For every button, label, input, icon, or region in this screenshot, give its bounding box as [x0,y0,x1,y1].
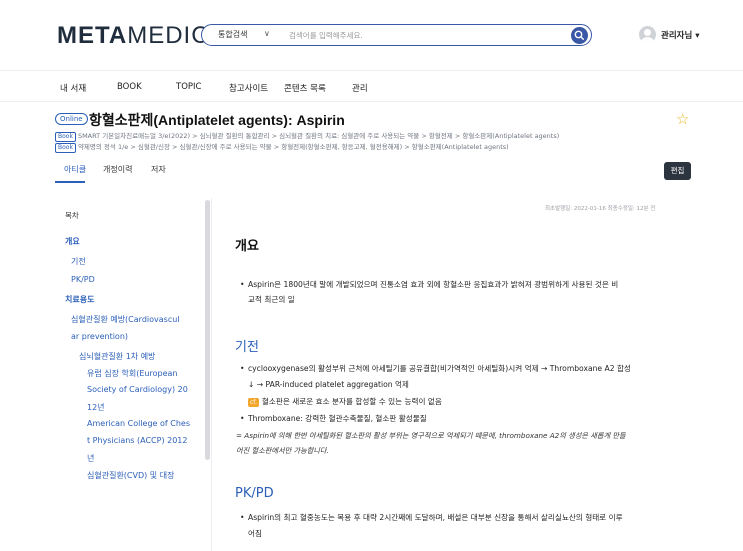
thromboxane-paragraph: • Thromboxane: 강력한 혈관수축물질, 혈소판 활성물질 [240,411,700,426]
toc-item[interactable]: PK/PD [71,275,95,284]
section-heading-pkpd: PK/PD [235,486,274,501]
bullet: • [240,280,245,289]
mechanism-note: cf. 혈소판은 새로운 효소 분자를 합성할 수 있는 능력이 없음 [248,394,442,409]
nav-item-reference-sites[interactable]: 참고사이트 [229,82,268,94]
mechanism-line: cyclooxygenase의 활성부위 근처에 아세틸기를 공유결합(비가역적… [248,364,631,373]
toc-item[interactable]: 치료용도 [65,294,94,305]
thromboxane-line: Thromboxane: 강력한 혈관수축물질, 혈소판 활성물질 [248,414,427,423]
logo[interactable]: METAMEDIC [57,22,210,50]
toc-item[interactable]: American College of Ches [87,419,190,428]
nav-item-topic[interactable]: TOPIC [176,82,201,92]
top-header: METAMEDIC 통합검색 ∨ 관리자님 ▾ [0,0,743,70]
section-heading-overview: 개요 [235,239,259,254]
bullet: • [240,364,245,373]
star-icon[interactable]: ☆ [676,110,689,128]
italic-note: = Aspirin에 의해 한번 아세틸화된 혈소판의 활성 부위는 영구적으로… [236,431,626,440]
table-of-contents: 목차 개요 기전 PK/PD 치료용도 심혈관질환 예방(Cardiovascu… [55,198,212,551]
edit-button[interactable]: 편집 [664,162,691,180]
toc-item[interactable]: 개요 [65,236,80,247]
nav-item-book[interactable]: BOOK [117,82,142,92]
breadcrumb: Book SMART 기본일차진료매뉴얼 3/e(2022) > 심뇌혈관 질환의… [55,130,559,142]
online-badge: Online [55,113,88,125]
section-heading-mechanism: 기전 [235,340,259,355]
main-nav: 내 서재 BOOK TOPIC 참고사이트 콘텐츠 목록 관리 [0,70,743,102]
toc-title: 목차 [65,211,79,220]
tab-revision-history[interactable]: 개정이력 [103,164,132,175]
overview-line: Aspirin은 1800년대 말에 개발되었으며 진통소염 효과 외에 항혈소… [248,280,619,289]
pkpd-line: Aspirin의 최고 혈중농도는 복용 후 대략 2시간째에 도달하며, 배설… [248,513,623,522]
toc-item[interactable]: Society of Cardiology) 20 [87,385,188,394]
mechanism-note-text: 혈소판은 새로운 효소 분자를 합성할 수 있는 능력이 없음 [261,397,442,406]
nav-item-library[interactable]: 내 서재 [60,82,86,94]
pkpd-line: 어짐 [248,529,262,538]
bullet: • [240,414,245,423]
pkpd-paragraph: • Aspirin의 최고 혈중농도는 복용 후 대략 2시간째에 도달하며, … [240,510,710,540]
toc-item[interactable]: 년 [87,453,94,464]
user-name: 관리자님 ▾ [661,31,700,41]
bullet: • [240,513,245,522]
toc-item[interactable]: 기전 [71,256,86,267]
nav-item-content-list[interactable]: 콘텐츠 목록 [284,82,326,94]
toc-item[interactable]: 심뇌혈관질환 1차 예방 [79,351,155,362]
toc-item[interactable]: t Physicians (ACCP) 2012 [87,436,187,445]
breadcrumb-text[interactable]: SMART 기본일차진료매뉴얼 3/e(2022) > 심뇌혈관 질환의 통합관… [78,132,559,140]
mechanism-paragraph: • cyclooxygenase의 활성부위 근처에 아세틸기를 공유결합(비가… [240,361,710,391]
nav-item-admin[interactable]: 관리 [352,82,368,94]
toc-item[interactable]: ar prevention) [71,332,128,341]
overview-paragraph: • Aspirin은 1800년대 말에 개발되었으며 진통소염 효과 외에 항… [240,277,700,307]
toc-item[interactable]: 심혈관질환(CVD) 및 대장 [87,470,174,481]
toc-item[interactable]: 유럽 심장 학회(European [87,368,177,379]
search-bar: 통합검색 ∨ [201,24,592,46]
overview-line: 교적 최근의 일 [248,295,295,304]
avatar [639,26,656,43]
logo-bold-text: META [57,22,128,49]
breadcrumb: Book 약제명의 정석 1/e > 심혈관/신장 > 심혈관/신장에 주로 사용… [55,141,509,153]
active-tab-indicator [55,181,85,183]
mechanism-line: ↓ → PAR-induced platelet aggregation 억제 [248,380,409,389]
publish-dates: 최초발행일: 2022-01-16 최종수정일: 12분 전 [545,206,656,212]
book-tag: Book [55,143,76,153]
breadcrumb-text[interactable]: 약제명의 정석 1/e > 심혈관/신장 > 심혈관/신장에 주로 사용되는 약… [78,143,509,151]
cf-badge: cf. [248,398,259,407]
tab-article[interactable]: 아티클 [64,164,86,175]
tab-author[interactable]: 저자 [151,164,166,175]
italic-note: 어진 혈소판에서만 가능합니다. [236,446,329,455]
search-scope-select[interactable]: 통합검색 [218,29,247,40]
toc-item[interactable]: 심혈관질환 예방(Cardiovascul [71,314,180,325]
toc-scrollbar[interactable] [205,200,210,460]
search-button[interactable] [571,26,588,44]
toc-item[interactable]: 12년 [87,402,105,413]
chevron-down-icon[interactable]: ∨ [264,29,270,38]
logo-light-text: MEDIC [127,22,210,49]
page-title: 항혈소판제(Antiplatelet agents): Aspirin [89,112,345,128]
search-input[interactable] [289,28,559,42]
search-icon [574,30,585,40]
